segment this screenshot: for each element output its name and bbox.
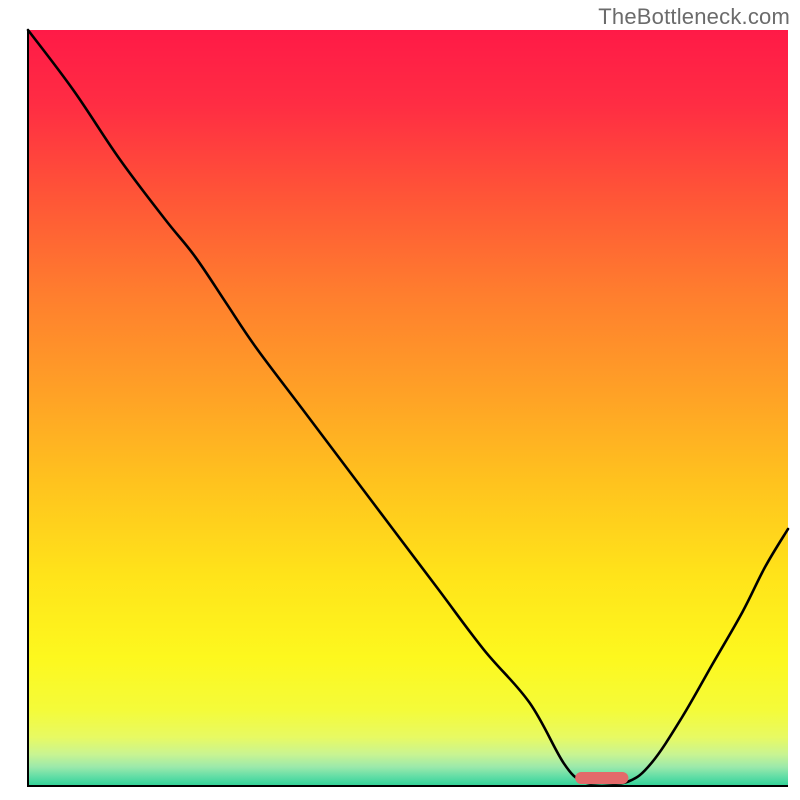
target-marker — [575, 772, 628, 784]
bottleneck-chart — [0, 0, 800, 800]
gradient-fill — [28, 30, 788, 786]
